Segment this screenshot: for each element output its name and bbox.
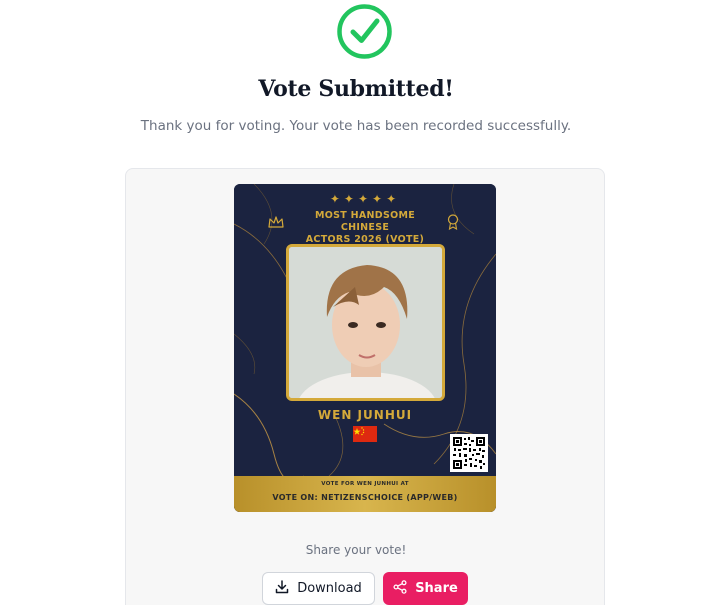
card-title: MOST HANDSOME CHINESE ACTORS 2026 (VOTE) [305,210,425,245]
share-button[interactable]: Share [383,572,468,605]
card-footer-main-text: VOTE ON: NETIZENSCHOICE (APP/WEB) [272,493,458,502]
award-ribbon-icon [447,214,459,234]
download-button[interactable]: Download [262,572,375,605]
share-prompt: Share your vote! [305,543,407,557]
card-stars: ✦✦✦✦✦ [329,192,401,206]
crown-icon [268,214,284,233]
card-footer-small-text: VOTE FOR WEN JUNHUI AT [321,481,409,487]
vote-card: ✦✦✦✦✦ MOST HANDSOME CHINESE ACTORS 2026 … [234,184,496,512]
check-circle-icon [336,3,393,60]
download-button-label: Download [297,581,362,596]
actor-name: WEN JUNHUI [317,408,413,422]
share-icon [393,579,407,598]
page-title: Vote Submitted! [258,76,454,102]
china-flag-icon [353,426,377,442]
share-button-label: Share [415,581,458,596]
success-message: Thank you for voting. Your vote has been… [140,118,572,134]
actor-photo [286,244,445,401]
qr-code [450,434,488,472]
download-icon [275,579,289,598]
